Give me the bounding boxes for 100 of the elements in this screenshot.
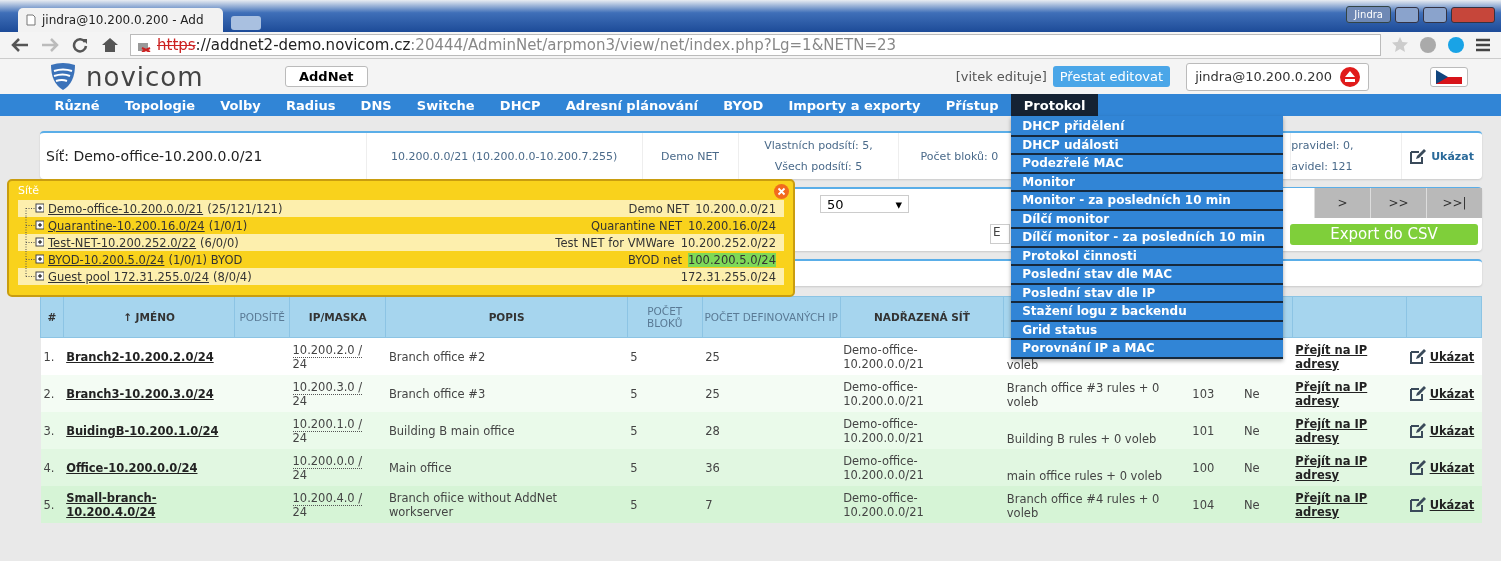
flag-icon (1436, 69, 1462, 84)
user-box[interactable]: jindra@10.200.0.200 (1186, 62, 1369, 91)
counts-text: (25/121/121) (207, 201, 283, 216)
block-count: Počet bloků: 0 (920, 149, 999, 163)
goto-link[interactable]: Přejít na IP adresy (1295, 342, 1404, 371)
table-cell: voleb (1006, 358, 1039, 372)
description-text: BYOD net (627, 252, 682, 267)
nav-item[interactable]: Switche (404, 94, 488, 116)
edit-icon (1409, 460, 1427, 475)
table-cell: 5 (627, 486, 703, 523)
address-field[interactable]: https://addnet2-demo.novicom.cz:20444/AdminNet/arpmon3/view/net/index.php?Lg=1&NETN=23 (130, 34, 1381, 56)
menu-item[interactable]: Poslední stav dle IP (1011, 284, 1284, 303)
tree-branch-icon (24, 234, 44, 251)
logout-icon[interactable] (1340, 66, 1360, 87)
range-text: 10.200.0.0/21 (10.200.0.0-10.200.7.255) (391, 149, 618, 163)
edit-icon (1409, 423, 1427, 438)
pager-button[interactable]: >> (1370, 188, 1426, 218)
star-icon[interactable] (1391, 36, 1409, 54)
menu-item[interactable]: Protokol činnosti (1011, 247, 1284, 266)
table-cell: Demo-office- 10.200.0.0/21 (840, 337, 1004, 375)
page-size-select[interactable]: 50 ▾ (820, 195, 909, 213)
pager-button[interactable]: >>| (1426, 188, 1482, 218)
edit-icon (1409, 386, 1427, 401)
goto-link[interactable]: Přejít na IP adresy (1295, 453, 1404, 482)
nav-item[interactable]: DHCP (487, 94, 554, 116)
edit-icon (1409, 497, 1427, 512)
show-link[interactable]: Ukázat (1429, 423, 1475, 438)
goto-link[interactable]: Přejít na IP adresy (1295, 416, 1404, 445)
goto-link[interactable]: Přejít na IP adresy (1295, 379, 1404, 408)
table-cell: 103 (1192, 386, 1215, 401)
rule-count: pravidel: 0, (1291, 139, 1354, 152)
nav-item[interactable]: Importy a exporty (775, 94, 934, 116)
network-link[interactable]: BYOD-10.200.5.0/24 (48, 252, 165, 267)
table-cell: Branch office #3 rules + 0 voleb (1006, 381, 1160, 409)
nav-item[interactable]: BYOD (710, 94, 776, 116)
home-icon[interactable] (100, 37, 120, 53)
table-cell: Branch office #4 rules + 0 voleb (1006, 492, 1160, 520)
nav-item[interactable]: Radius (273, 94, 348, 116)
nav-item[interactable]: Různé (42, 94, 113, 116)
description-text: Quarantine NET (590, 218, 682, 233)
table-cell: Branch office #2 (385, 337, 628, 375)
network-link[interactable]: Guest pool 172.31.255.0/24 (48, 269, 209, 284)
table-cell: Main office (385, 449, 628, 486)
table-cell: 3. (40, 412, 64, 449)
network-link[interactable]: Branch2-10.200.2.0/24 (66, 349, 214, 364)
popup-title: Sítě (18, 184, 40, 197)
minimize-button[interactable] (1395, 6, 1419, 23)
table-cell: main office rules + 0 voleb (1006, 469, 1163, 483)
logo-text: novicom (86, 61, 204, 92)
browser-tab[interactable]: jindra@10.200.0.200 - Add (18, 8, 223, 32)
table-cell: 10.200.3.0 / 24 (289, 375, 386, 412)
table-cell: 5 (627, 375, 703, 412)
rule-count: avidel: 121 (1291, 160, 1353, 173)
close-icon[interactable] (774, 184, 789, 199)
nav-item[interactable]: Topologie (112, 94, 208, 116)
counts-text: (6/0/0) (200, 235, 239, 250)
language-button[interactable] (1430, 66, 1468, 87)
description-text: Demo NET (661, 149, 720, 163)
app-button[interactable]: AddNet (285, 66, 368, 87)
menu-item[interactable]: Monitor (1011, 173, 1284, 192)
network-link[interactable]: Office-10.200.0.0/24 (66, 460, 198, 475)
reload-icon[interactable] (70, 37, 90, 53)
network-link[interactable]: Small-branch- 10.200.4.0/24 (66, 490, 157, 519)
network-address: 10.200.16.0/24 (688, 218, 776, 233)
network-link[interactable]: Branch3-10.200.3.0/24 (66, 386, 214, 401)
show-link[interactable]: Ukázat (1429, 386, 1475, 401)
nav-item[interactable]: Přístup (933, 94, 1012, 116)
table-cell: Demo-office- 10.200.0.0/21 (840, 375, 1004, 412)
table-cell: 25 (702, 337, 841, 375)
network-link[interactable]: BuidingB-10.200.1.0/24 (66, 423, 219, 438)
table-cell: 10.200.0.0 / 24 (289, 449, 386, 486)
table-cell: 5 (627, 449, 703, 486)
goto-link[interactable]: Přejít na IP adresy (1295, 490, 1404, 519)
show-link[interactable]: Ukázat (1429, 460, 1475, 475)
show-link[interactable]: Ukázat (1429, 497, 1475, 512)
nav-item[interactable]: Adresní plánování (553, 94, 711, 116)
show-link[interactable]: Ukázat (1431, 149, 1474, 163)
pager-button[interactable]: > (1314, 188, 1370, 218)
nav-item[interactable]: Volby (207, 94, 274, 116)
table-cell: 5 (627, 412, 703, 449)
table-cell: Building B rules + 0 voleb (1006, 432, 1157, 446)
show-link[interactable]: Ukázat (1429, 349, 1475, 364)
filter-field[interactable]: E (990, 224, 1010, 244)
description-text: Test NET for VMWare (555, 235, 675, 250)
network-address: 10.200.252.0/22 (680, 235, 776, 250)
table-cell: 2. (40, 375, 64, 412)
back-icon[interactable] (10, 37, 30, 53)
menu-icon[interactable] (1475, 37, 1491, 53)
table-cell: Demo-office- 10.200.0.0/21 (840, 449, 1004, 486)
network-link[interactable]: Demo-office-10.200.0.0/21 (48, 201, 204, 216)
table-cell: 4. (40, 449, 64, 486)
close-button[interactable] (1451, 6, 1495, 23)
maximize-button[interactable] (1423, 6, 1447, 23)
menu-item[interactable]: DHCP přidělení (1011, 118, 1284, 137)
network-link[interactable]: Test-NET-10.200.252.0/22 (48, 235, 197, 250)
counts-text: (8/0/4) (213, 269, 252, 284)
network-link[interactable]: Quarantine-10.200.16.0/24 (48, 218, 205, 233)
page-icon (26, 14, 36, 26)
nav-item[interactable]: DNS (348, 94, 405, 116)
table-cell: Building B main office (385, 412, 628, 449)
